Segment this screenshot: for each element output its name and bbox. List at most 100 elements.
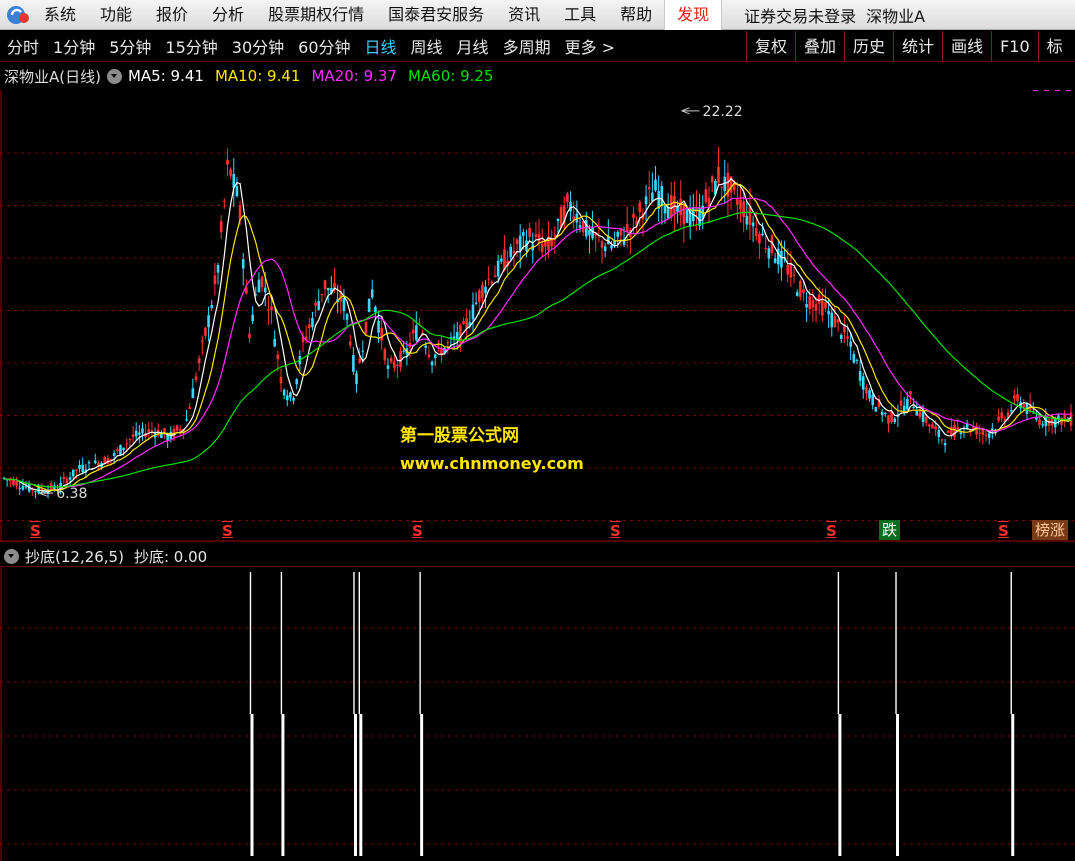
candle-body [950,426,953,436]
candle-body [342,297,346,311]
candle-body [610,245,613,249]
tool-button-adjust[interactable]: 复权 [746,31,795,62]
tool-button-f10[interactable]: F10 [991,31,1038,62]
candle-body [849,341,852,347]
candle-body [12,479,15,486]
sell-signal-marker[interactable]: S [998,523,1009,539]
candle-body [817,294,821,304]
high-price-label: 22.22 [703,104,743,120]
tool-button-history[interactable]: 历史 [844,31,893,62]
candle-body [210,305,214,308]
candle-body [191,388,195,399]
candle-body [839,334,843,340]
candle-body [578,225,582,228]
period-tab-weekly[interactable]: 周线 [404,34,450,58]
period-tab-monthly[interactable]: 月线 [450,34,496,58]
period-tab-60min[interactable]: 60分钟 [291,34,357,58]
candle-body [616,231,620,237]
login-status[interactable]: 证券交易未登录 [744,3,856,27]
sell-signal-marker[interactable]: S [412,523,423,539]
menu-item-options[interactable]: 股票期权行情 [256,0,376,30]
menu-item-service[interactable]: 国泰君安服务 [376,0,496,30]
menu-item-news[interactable]: 资讯 [496,0,552,30]
candle-body [588,229,591,236]
candle-body [383,349,387,361]
candle-body [257,279,261,293]
candle-body [424,345,428,348]
menu-item-function[interactable]: 功能 [88,0,144,30]
candle-body [361,350,365,352]
tool-button-stats[interactable]: 统计 [893,31,942,62]
candle-body [282,389,286,396]
sell-signal-marker[interactable]: S [826,523,837,539]
indicator-chart[interactable] [0,566,1075,861]
candle-body [934,426,937,430]
candle-body [352,355,355,372]
candle-body [1016,394,1019,402]
candle-body [899,400,903,406]
chart-header: 深物业A(日线) MA5: 9.41 MA10: 9.41 MA20: 9.37 MA… [4,66,504,86]
candle-body [717,166,720,184]
candle-body [21,485,25,490]
candle-body [477,290,481,303]
candle-body [669,195,673,218]
menu-item-system[interactable]: 系统 [32,0,88,30]
candle-body [260,276,264,288]
candle-body [78,464,81,469]
candle-body [311,318,314,328]
dropdown-icon[interactable] [106,68,122,84]
candle-body [392,361,396,368]
tool-button-tag[interactable]: 标 [1037,31,1071,62]
indicator-dropdown-icon[interactable] [4,548,19,564]
candle-body [710,176,714,183]
candle-body [326,287,330,291]
candle-body [496,260,500,277]
period-tab-intraday[interactable]: 分时 [0,34,46,58]
period-tab-30min[interactable]: 30分钟 [225,34,291,58]
candle-body [987,433,991,438]
period-list: 分时 1分钟 5分钟 15分钟 30分钟 60分钟 日线 周线 月线 多周期 更多 > [0,34,622,58]
fall-badge[interactable]: 跌 [879,520,901,540]
menu-item-discover[interactable]: 发现 [664,0,723,30]
candle-body [402,350,406,352]
candle-body [556,218,560,221]
candle-body [229,169,232,176]
period-tab-1min[interactable]: 1分钟 [46,34,102,58]
candle-body [490,281,494,284]
period-tab-5min[interactable]: 5分钟 [102,34,158,58]
tool-button-draw[interactable]: 画线 [942,31,991,62]
candle-body [893,418,897,423]
rank-rise-badge[interactable]: 榜涨 [1032,520,1069,540]
candle-body [194,376,198,381]
candle-body [446,342,450,344]
menu-item-analysis[interactable]: 分析 [200,0,256,30]
period-tab-15min[interactable]: 15分钟 [158,34,224,58]
candle-body [427,354,431,357]
sell-signal-marker[interactable]: S [610,523,621,539]
candle-body [131,434,135,437]
candle-body [374,306,377,313]
menu-item-quote[interactable]: 报价 [144,0,200,30]
watermark-site-name: 第一股票公式网 [400,426,519,446]
candle-body [764,247,767,249]
sell-signal-marker[interactable]: S [30,523,41,539]
candle-body [147,429,151,433]
sell-signal-marker[interactable]: S [222,523,233,539]
candle-body [997,416,1000,421]
candle-body [141,428,144,433]
candle-body [452,336,456,339]
candlestick-chart[interactable]: 22.22 6.38 [0,90,1075,542]
candle-body [437,345,440,347]
candle-body [241,259,245,269]
candle-body [946,430,950,433]
ma-legend-item: MA60: 9.25 [407,67,494,85]
period-tab-daily[interactable]: 日线 [358,34,404,58]
period-tab-more[interactable]: 更多 > [558,34,623,58]
menu-item-tools[interactable]: 工具 [552,0,608,30]
period-tab-multi[interactable]: 多周期 [496,34,558,58]
candle-body [380,327,383,341]
tool-button-overlay[interactable]: 叠加 [795,31,844,62]
candle-body [953,425,956,438]
menu-item-help[interactable]: 帮助 [608,0,664,30]
candle-body [1038,419,1041,425]
